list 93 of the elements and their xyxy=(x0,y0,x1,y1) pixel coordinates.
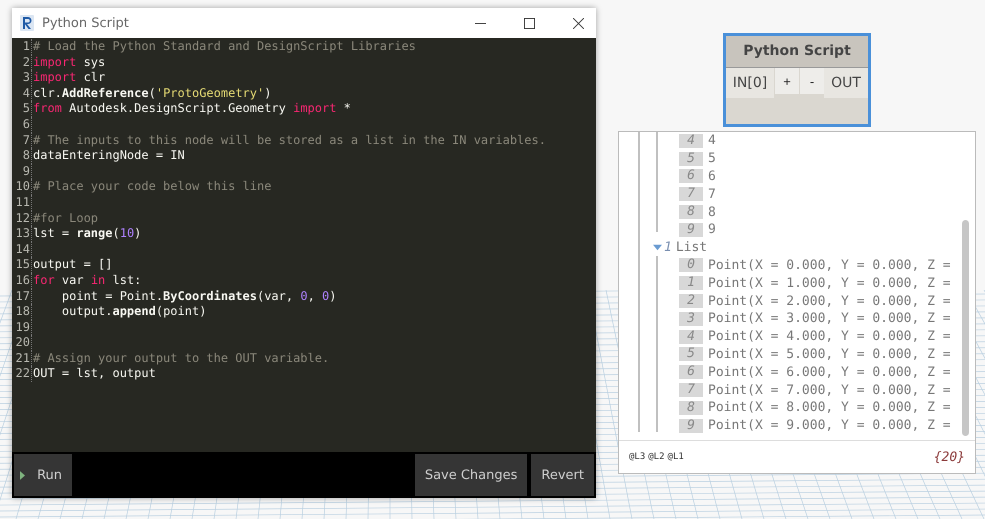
line-number: 15 xyxy=(12,257,32,273)
line-number: 16 xyxy=(12,272,32,288)
line-number: 21 xyxy=(12,350,32,366)
code-line: output.append(point) xyxy=(60,304,206,320)
code-line: OUT = lst, output xyxy=(32,366,156,382)
line-number: 19 xyxy=(12,320,32,336)
play-icon xyxy=(20,468,26,482)
item-value: Point(X = 0.000, Y = 0.000, Z = xyxy=(708,258,951,273)
list-index: 1 xyxy=(664,240,672,256)
index-label: 1 xyxy=(679,276,703,290)
index-label: 5 xyxy=(679,347,703,362)
index-label: 5 xyxy=(679,152,703,166)
index-label: 4 xyxy=(679,330,703,344)
maximize-icon[interactable] xyxy=(524,18,535,28)
line-number: 17 xyxy=(12,288,32,304)
item-value: Point(X = 3.000, Y = 0.000, Z = xyxy=(708,311,951,326)
index-label: 9 xyxy=(679,418,703,433)
item-count: {20} xyxy=(934,450,965,464)
line-number: 12 xyxy=(12,210,32,226)
item-value: 4 xyxy=(708,133,716,148)
item-value: Point(X = 6.000, Y = 0.000, Z = xyxy=(708,364,951,380)
code-line: output = [] xyxy=(32,257,112,273)
index-label: 0 xyxy=(679,258,703,272)
list-label: List xyxy=(676,240,708,256)
item-value: Point(X = 5.000, Y = 0.000, Z = xyxy=(708,346,951,362)
window-title: Python Script xyxy=(42,16,129,30)
app-logo-icon xyxy=(20,15,34,31)
item-value: 9 xyxy=(708,222,716,238)
input-port[interactable]: IN[0] xyxy=(726,68,774,98)
python-script-node[interactable]: Python Script IN[0] + - OUT xyxy=(723,33,871,127)
item-value: Point(X = 9.000, Y = 0.000, Z = xyxy=(708,418,951,434)
line-number: 5 xyxy=(12,101,32,117)
level-label: @L3 xyxy=(629,452,646,462)
index-label: 8 xyxy=(679,400,703,415)
line-number: 9 xyxy=(12,164,32,180)
run-button[interactable]: Run xyxy=(14,454,72,496)
line-number: 4 xyxy=(12,86,32,102)
scrollbar-thumb[interactable] xyxy=(962,220,969,436)
code-line: for var in lst: xyxy=(32,272,142,288)
item-value: Point(X = 2.000, Y = 0.000, Z = xyxy=(708,294,951,309)
code-line: import clr xyxy=(32,70,106,86)
code-line: # Assign your output to the OUT variable. xyxy=(32,350,330,366)
index-label: 8 xyxy=(679,205,703,220)
index-label: 3 xyxy=(679,312,703,326)
code-line: import sys xyxy=(32,54,106,70)
line-number: 10 xyxy=(12,179,32,195)
level-label: @L2 xyxy=(648,452,665,462)
item-value: Point(X = 8.000, Y = 0.000, Z = xyxy=(708,400,951,416)
code-line: lst = range(10) xyxy=(32,226,142,242)
line-number: 11 xyxy=(12,194,32,211)
expand-arrow-icon[interactable] xyxy=(653,243,662,252)
line-number: 2 xyxy=(12,54,32,70)
line-number: 13 xyxy=(12,226,32,242)
code-line: clr.AddReference('ProtoGeometry') xyxy=(32,86,272,102)
item-value: 7 xyxy=(708,186,716,202)
code-line: #for Loop xyxy=(32,210,98,226)
index-label: 4 xyxy=(679,134,703,148)
index-label: 7 xyxy=(679,383,703,398)
index-label: 7 xyxy=(679,187,703,202)
close-icon[interactable] xyxy=(573,18,584,28)
line-number: 20 xyxy=(12,335,32,351)
line-number: 18 xyxy=(12,304,32,320)
revert-button[interactable]: Revert xyxy=(531,454,594,496)
level-label: @L1 xyxy=(668,452,684,462)
code-line: from Autodesk.DesignScript.Geometry import * xyxy=(32,101,351,117)
item-value: Point(X = 1.000, Y = 0.000, Z = xyxy=(708,276,951,291)
line-number: 8 xyxy=(12,148,32,164)
line-number: 22 xyxy=(12,366,32,382)
index-label: 2 xyxy=(679,294,703,308)
code-editor[interactable] xyxy=(12,38,596,452)
add-input-button[interactable]: + xyxy=(775,68,799,94)
item-value: 6 xyxy=(708,168,716,184)
index-label: 9 xyxy=(679,222,703,237)
index-label: 6 xyxy=(679,169,703,184)
code-line: # Place your code below this line xyxy=(32,179,272,195)
item-value: Point(X = 7.000, Y = 0.000, Z = xyxy=(708,382,951,398)
item-value: Point(X = 4.000, Y = 0.000, Z = xyxy=(708,329,951,344)
line-number: 7 xyxy=(12,132,32,148)
code-line: # The inputs to this node will be stored as a list in the IN variables. xyxy=(32,132,546,148)
remove-input-button[interactable]: - xyxy=(800,68,824,94)
output-port[interactable]: OUT xyxy=(824,68,868,98)
save-changes-button[interactable]: Save Changes xyxy=(414,454,528,496)
item-value: 8 xyxy=(708,204,716,220)
node-title: Python Script xyxy=(726,36,868,68)
code-line: point = Point.ByCoordinates(var, 0, 0) xyxy=(60,288,336,304)
line-number: 1 xyxy=(12,39,32,55)
item-value: 5 xyxy=(708,151,716,166)
code-line: # Load the Python Standard and DesignScript Libraries xyxy=(32,39,416,55)
line-number: 6 xyxy=(12,116,32,133)
code-line: dataEnteringNode = IN xyxy=(32,148,185,164)
line-number: 14 xyxy=(12,242,32,258)
index-label: 6 xyxy=(679,365,703,380)
line-number: 3 xyxy=(12,70,32,86)
